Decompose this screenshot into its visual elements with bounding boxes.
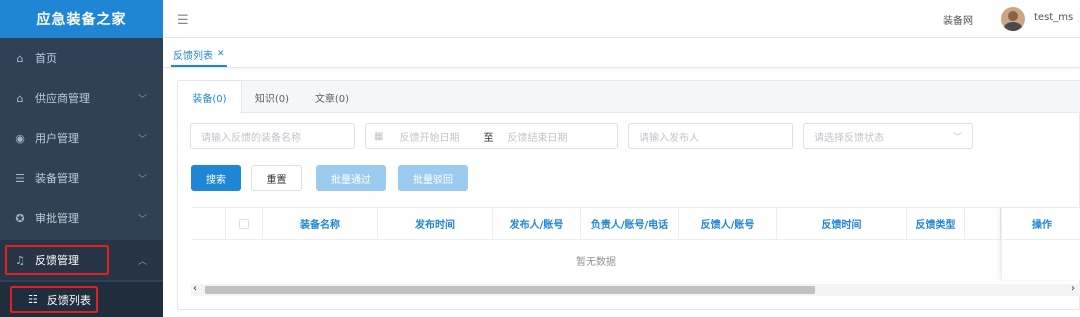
app-logo[interactable]: 应急装备之家 bbox=[0, 0, 163, 38]
sidebar-item-approval[interactable]: ✪ 审批管理 ﹀ bbox=[0, 198, 163, 238]
start-date-input[interactable]: 反馈开始日期 bbox=[399, 129, 477, 144]
sidebar-item-equipment[interactable]: ☰ 装备管理 ﹀ bbox=[0, 158, 163, 198]
end-date-input[interactable]: 反馈结束日期 bbox=[507, 129, 567, 144]
sidebar-item-label: 首页 bbox=[35, 52, 57, 65]
sidebar-item-label: 供应商管理 bbox=[35, 92, 90, 105]
table-header-spacer bbox=[965, 208, 1001, 240]
highlight-box bbox=[5, 245, 109, 275]
highlight-box bbox=[10, 286, 98, 313]
tab-label: 反馈列表 bbox=[173, 50, 213, 62]
table-header: 操作 bbox=[1002, 208, 1080, 240]
fixed-actions-column: 操作 bbox=[1001, 208, 1080, 280]
table-header: 反馈类型 bbox=[907, 208, 965, 240]
scroll-left-icon[interactable]: ‹ bbox=[193, 283, 197, 294]
empty-state: 暂无数据 bbox=[576, 256, 616, 268]
batch-reject-button[interactable]: 批量驳回 bbox=[398, 165, 468, 191]
sidebar-item-users[interactable]: ◉ 用户管理 ﹀ bbox=[0, 118, 163, 158]
table-header-index bbox=[191, 208, 226, 240]
content-tabs: 装备(0) 知识(0) 文章(0) bbox=[178, 81, 1080, 114]
tab-knowledge[interactable]: 知识(0) bbox=[242, 81, 302, 113]
select-all-checkbox[interactable] bbox=[239, 218, 249, 229]
sidebar-item-suppliers[interactable]: ⌂ 供应商管理 ﹀ bbox=[0, 78, 163, 118]
sidebar-item-label: 审批管理 bbox=[35, 212, 79, 225]
username[interactable]: test_ms bbox=[1034, 12, 1073, 23]
tab-articles[interactable]: 文章(0) bbox=[302, 81, 362, 113]
calendar-icon: ▦ bbox=[374, 130, 384, 142]
table-header: 反馈时间 bbox=[777, 208, 907, 240]
tab-feedback-list[interactable]: 反馈列表 ✕ bbox=[171, 43, 227, 67]
range-separator: 至 bbox=[483, 132, 494, 144]
scroll-right-icon[interactable]: › bbox=[1071, 283, 1075, 294]
table-header: 反馈人/账号 bbox=[679, 208, 777, 240]
chevron-up-icon: ︿ bbox=[137, 256, 147, 267]
status-select-placeholder: 请选择反馈状态 bbox=[814, 132, 884, 144]
publisher-input[interactable]: 请输入发布人 bbox=[628, 123, 793, 149]
table-header: 发布人/账号 bbox=[493, 208, 581, 240]
avatar[interactable] bbox=[1001, 7, 1025, 31]
table-header: 装备名称 bbox=[263, 208, 378, 240]
list-icon: ☰ bbox=[15, 171, 25, 185]
sidebar-item-home[interactable]: ⌂ 首页 bbox=[0, 38, 163, 78]
reset-button[interactable]: 重置 bbox=[251, 165, 302, 191]
chevron-down-icon: ﹀ bbox=[137, 94, 147, 105]
sidebar-item-label: 用户管理 bbox=[35, 132, 79, 145]
user-icon: ◉ bbox=[15, 131, 25, 145]
close-icon[interactable]: ✕ bbox=[217, 49, 225, 59]
approve-icon: ✪ bbox=[15, 211, 25, 225]
main-card: 装备(0) 知识(0) 文章(0) 请输入反馈的装备名称 ▦ 反馈开始日期 至 … bbox=[177, 80, 1080, 310]
chevron-down-icon: ﹀ bbox=[137, 174, 147, 185]
feedback-table: 装备名称 发布时间 发布人/账号 负责人/账号/电话 反馈人/账号 反馈时间 反… bbox=[191, 207, 1080, 297]
search-button[interactable]: 搜索 bbox=[191, 165, 241, 191]
status-select[interactable]: 请选择反馈状态 ﹀ bbox=[803, 123, 973, 149]
table-header: 发布时间 bbox=[378, 208, 493, 240]
page-tabs-bar: 反馈列表 ✕ bbox=[163, 38, 1080, 68]
home-icon: ⌂ bbox=[16, 51, 24, 65]
home-icon: ⌂ bbox=[16, 91, 24, 105]
chevron-down-icon: ﹀ bbox=[137, 214, 147, 225]
hamburger-icon[interactable]: ☰ bbox=[177, 13, 189, 28]
chevron-down-icon: ﹀ bbox=[952, 132, 962, 143]
tab-equipment[interactable]: 装备(0) bbox=[178, 81, 242, 114]
site-link[interactable]: 装备网 bbox=[943, 12, 973, 27]
scrollbar-thumb[interactable] bbox=[205, 286, 815, 294]
top-bar: ☰ 装备网 test_ms bbox=[163, 0, 1080, 38]
equipment-name-input[interactable]: 请输入反馈的装备名称 bbox=[190, 123, 355, 149]
batch-approve-button[interactable]: 批量通过 bbox=[316, 165, 386, 191]
sidebar-item-label: 装备管理 bbox=[35, 172, 79, 185]
table-header: 负责人/账号/电话 bbox=[581, 208, 679, 240]
horizontal-scrollbar[interactable]: ‹ › bbox=[191, 283, 1080, 296]
date-range-picker[interactable]: ▦ 反馈开始日期 至 反馈结束日期 bbox=[365, 123, 618, 149]
chevron-down-icon: ﹀ bbox=[137, 134, 147, 145]
table-header-checkbox[interactable] bbox=[226, 208, 263, 240]
